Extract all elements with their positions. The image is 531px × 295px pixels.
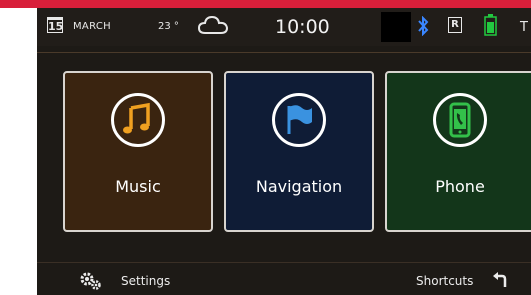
- music-tile[interactable]: Music: [63, 71, 213, 232]
- phone-tile[interactable]: Phone: [385, 71, 531, 232]
- gear-icon: [80, 272, 101, 290]
- cloud-icon: [197, 15, 229, 34]
- partial-status-label: T: [519, 20, 528, 35]
- music-label: Music: [115, 177, 161, 196]
- shortcuts-label: Shortcuts: [416, 274, 474, 288]
- battery-icon: [484, 14, 497, 36]
- infotainment-screen: 15 MARCH 23 ° 10:00 R T Music Navigation…: [37, 8, 531, 295]
- signal-area: [381, 12, 411, 42]
- top-accent-bar: [0, 0, 531, 8]
- bluetooth-icon: [418, 16, 429, 36]
- status-bar: 15 MARCH 23 ° 10:00 R T: [37, 8, 531, 46]
- partial-status-icon: T: [519, 20, 528, 35]
- temperature-label: 23 °: [158, 21, 179, 32]
- clock: 10:00: [275, 16, 330, 38]
- music-icon-circle: [111, 93, 165, 147]
- navigation-tile[interactable]: Navigation: [224, 71, 374, 232]
- music-note-icon: [123, 102, 150, 134]
- phone-label: Phone: [435, 177, 485, 196]
- navigation-icon-circle: [272, 93, 326, 147]
- shortcuts-button[interactable]: Shortcuts: [412, 271, 522, 291]
- phone-icon: [449, 102, 471, 138]
- navigation-label: Navigation: [255, 177, 343, 196]
- month-label: MARCH: [73, 21, 111, 32]
- bottom-bar: Settings Shortcuts: [37, 262, 531, 295]
- page: 15 MARCH 23 ° 10:00 R T Music Navigation…: [0, 0, 531, 295]
- calendar-date-icon: 15: [47, 17, 63, 33]
- return-arrow-icon: [493, 272, 507, 287]
- r-icon: R: [448, 17, 462, 33]
- phone-icon-circle: [433, 93, 487, 147]
- flag-icon: [287, 105, 312, 134]
- settings-button[interactable]: Settings: [79, 271, 189, 291]
- status-divider: [37, 52, 531, 53]
- settings-label: Settings: [121, 274, 171, 288]
